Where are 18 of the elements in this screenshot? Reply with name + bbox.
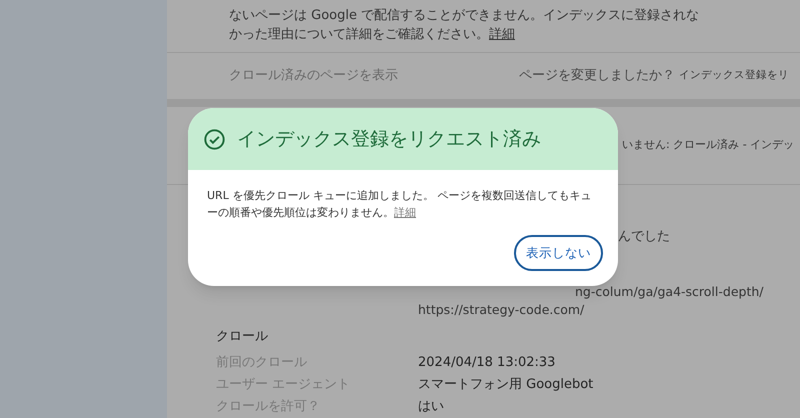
- details-link[interactable]: 詳細: [489, 25, 515, 44]
- section-heading: クロール: [216, 328, 268, 344]
- description-text: かった理由について詳細をご確認ください。: [229, 26, 489, 44]
- details-link[interactable]: 詳細: [394, 206, 416, 219]
- dialog-title: インデックス登録をリクエスト済み: [237, 126, 541, 152]
- question-text: ページを変更しましたか？: [519, 67, 676, 86]
- url-text: https://strategy-code.com/: [418, 300, 586, 318]
- row-value: 2024/04/18 13:02:33: [418, 354, 556, 372]
- status-text: いません: クロール済み - インデッ: [622, 137, 794, 154]
- dialog-message: URL を優先クロール キューに追加しました。 ページを複数回送信してもキューの順番や優先順位は変わりません。詳細: [206, 188, 592, 221]
- dismiss-button[interactable]: 表示しない: [514, 235, 603, 271]
- request-indexing-link[interactable]: インデックス登録をリ: [679, 68, 789, 84]
- row-value: はい: [418, 398, 444, 416]
- url-text: ng-colum/ga/ga4-scroll-depth/: [574, 282, 764, 300]
- description-text: ないページは Google で配信することができません。インデックスに登録されな: [229, 7, 700, 25]
- row-value: スマートフォン用 Googlebot: [418, 376, 594, 394]
- check-circle-icon: [204, 128, 225, 150]
- status-text: んでした: [618, 229, 670, 244]
